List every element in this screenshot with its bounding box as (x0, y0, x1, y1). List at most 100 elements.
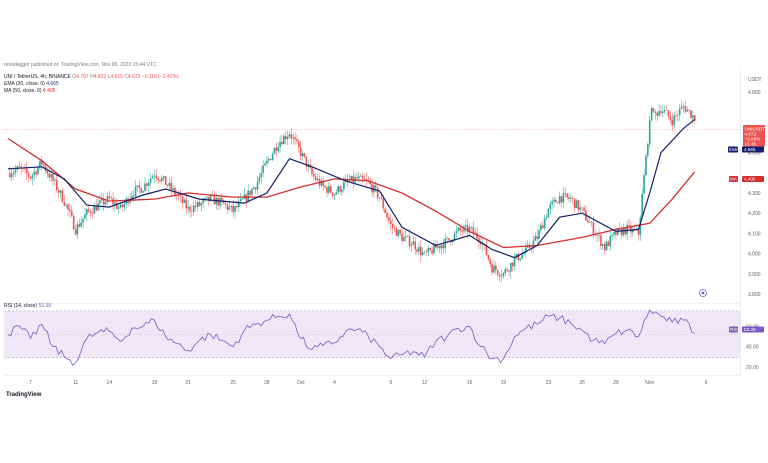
candle-body (198, 202, 201, 206)
candle-body (598, 235, 600, 236)
candle-body (421, 252, 424, 256)
price-tick-label: 4.200 (748, 211, 761, 217)
candle-body (590, 222, 593, 223)
ma-tag-label: MA (730, 177, 738, 182)
candle-body (76, 224, 79, 235)
candle-body (200, 203, 203, 206)
candle-body (352, 175, 355, 183)
candle-body (359, 175, 362, 177)
candle-body (108, 196, 111, 198)
tradingview-logo[interactable]: TradingView (6, 392, 41, 398)
candle-body (134, 186, 137, 197)
candle-body (170, 182, 173, 190)
candle-body (196, 202, 199, 208)
candle-body (592, 222, 595, 235)
candle-body (577, 200, 580, 211)
ma-legend-value: 4.405 (42, 88, 56, 94)
time-tick-label: 26 (579, 380, 585, 386)
rsi-tick-label: 20.00 (746, 365, 759, 371)
candle-body (341, 189, 343, 192)
ohlc-change: −0.116 (−2.42%) (141, 74, 179, 80)
candle-body (513, 257, 516, 267)
candle-body (217, 197, 219, 206)
candle-body (226, 204, 229, 210)
time-tick-label: 29 (613, 380, 619, 386)
price-axis-labels: 4.8004.5004.3004.2004.1004.0003.9003.800 (748, 90, 761, 298)
candle-body (622, 228, 625, 236)
price-tick-label: 4.100 (748, 231, 761, 237)
candle-body (560, 196, 563, 203)
candle-body (149, 178, 152, 183)
candle-body (247, 190, 249, 201)
ema-tag-label: EMA (729, 147, 740, 152)
candle-body (67, 204, 69, 210)
candle-body (406, 235, 409, 237)
candle-body (416, 249, 418, 252)
candle-body (46, 170, 49, 174)
candle-body (583, 207, 585, 211)
candle-body (290, 134, 293, 139)
ma-tag: MA 4.405 (729, 176, 764, 182)
candle-body (99, 200, 101, 204)
candle-body (159, 180, 161, 182)
candle-body (219, 197, 221, 206)
candle-body (688, 109, 690, 111)
candle-body (286, 136, 289, 140)
ema-legend[interactable]: EMA (20, close, 0) 4.665 (4, 81, 59, 87)
time-tick-label: 23 (546, 380, 552, 386)
candle-body (192, 205, 195, 212)
candle-body (692, 115, 694, 119)
time-marker-icon[interactable] (699, 289, 707, 297)
candle-body (194, 205, 197, 208)
candle-body (549, 204, 552, 209)
ema-tag-value: 4.665 (744, 147, 756, 152)
candle-body (59, 190, 62, 193)
price-tick-label: 4.300 (748, 191, 761, 197)
candle-body (534, 236, 537, 241)
candle-body (551, 201, 553, 205)
rsi-tick-label: 40.00 (746, 345, 759, 351)
candle-body (181, 195, 184, 203)
rsi-legend[interactable]: RSI (14, close) 53.38 (4, 303, 51, 309)
candle-body (187, 206, 189, 209)
candle-body (414, 241, 416, 250)
candle-body (14, 169, 17, 173)
candle-body (331, 192, 334, 196)
candle-body (511, 262, 514, 267)
price-tick-label: 3.800 (748, 292, 761, 298)
candle-body (389, 220, 392, 225)
candle-body (686, 109, 689, 112)
candle-body (643, 175, 645, 194)
candle-body (260, 172, 263, 178)
currency-label: USDT (748, 77, 762, 83)
candle-body (401, 233, 403, 242)
candle-body (376, 187, 379, 198)
candle-body (52, 174, 54, 181)
ohlc-open: 4.787 (76, 74, 89, 80)
candle-body (613, 231, 615, 235)
candle-body (386, 213, 388, 218)
candle-body (408, 235, 411, 247)
candle-body (498, 274, 501, 277)
candle-body (455, 230, 458, 234)
candle-body (324, 185, 326, 188)
candle-body (348, 180, 351, 182)
candle-body (253, 187, 255, 190)
candle-body (84, 214, 86, 219)
ma-legend[interactable]: MA (50, close, 0) 4.405 (4, 88, 55, 94)
candle-body (648, 120, 651, 145)
price-tick-label: 4.800 (748, 90, 761, 96)
candle-body (54, 179, 56, 181)
candle-body (652, 108, 655, 112)
rsi-legend-value: 53.38 (38, 303, 51, 309)
candle-body (301, 153, 304, 157)
candle-body (153, 175, 156, 177)
candle-body (540, 225, 542, 231)
candle-body (313, 174, 315, 177)
candle-body (461, 230, 463, 232)
chart-canvas[interactable]: 4.8004.5004.3004.2004.1004.0003.9003.800… (0, 0, 768, 463)
candle-body (555, 199, 557, 203)
candle-body (303, 153, 306, 157)
candle-body (628, 224, 630, 226)
candle-body (519, 258, 522, 261)
